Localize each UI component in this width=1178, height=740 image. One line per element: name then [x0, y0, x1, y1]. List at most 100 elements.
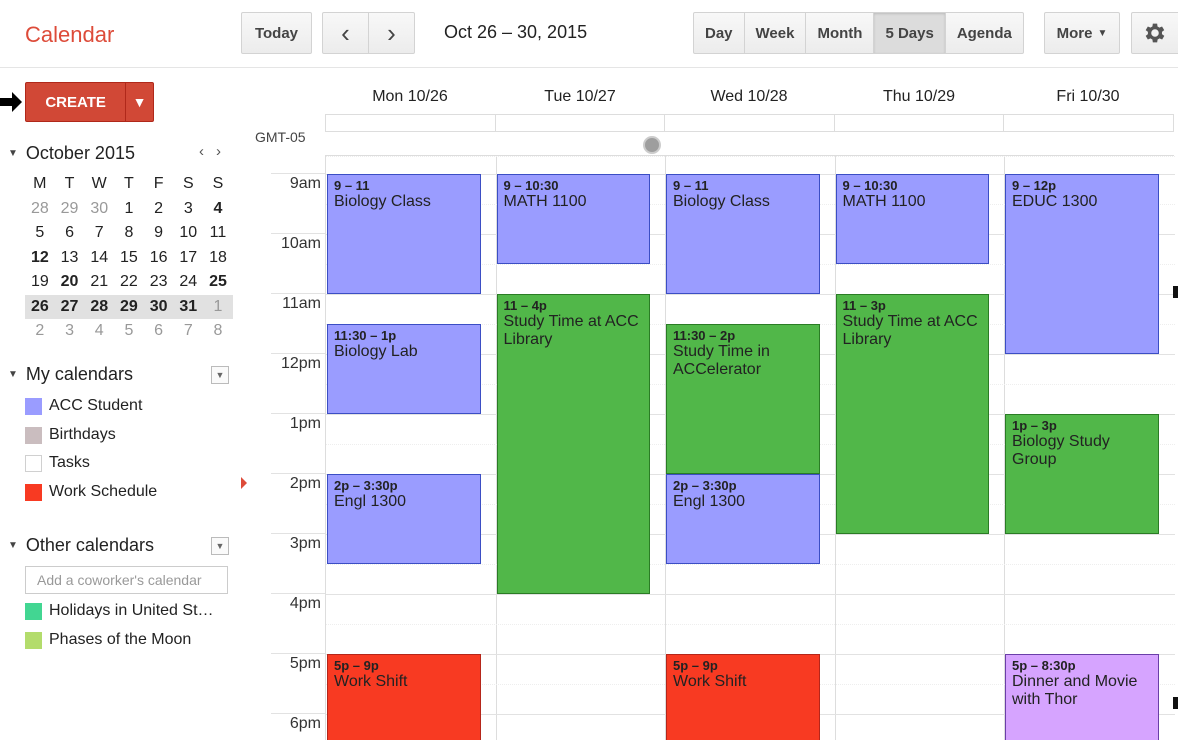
mini-day[interactable]: 30: [144, 295, 174, 320]
mini-day[interactable]: 6: [144, 319, 174, 344]
mini-day[interactable]: 27: [55, 295, 85, 320]
collapse-triangle-icon[interactable]: ▼: [8, 540, 18, 551]
view-month-button[interactable]: Month: [806, 13, 875, 53]
mini-day[interactable]: 22: [114, 270, 144, 295]
create-dropdown-icon[interactable]: ▼: [125, 83, 153, 121]
dropdown-menu-icon[interactable]: ▼: [211, 537, 229, 555]
mini-day[interactable]: 25: [203, 270, 233, 295]
calendar-event[interactable]: 5p – 8:30p Dinner and Movie with Thor: [1005, 654, 1159, 740]
day-header[interactable]: Fri 10/30: [1003, 88, 1173, 106]
day-header[interactable]: Mon 10/26: [325, 88, 495, 106]
mini-day[interactable]: 5: [114, 319, 144, 344]
mini-day[interactable]: 17: [173, 246, 203, 271]
calendar-event[interactable]: 2p – 3:30p Engl 1300: [327, 474, 481, 564]
mini-day[interactable]: 19: [25, 270, 55, 295]
mini-day[interactable]: 29: [114, 295, 144, 320]
calendar-event[interactable]: 9 – 12p EDUC 1300: [1005, 174, 1159, 354]
mini-day[interactable]: 29: [55, 197, 85, 222]
collapse-triangle-icon[interactable]: ▼: [8, 369, 18, 380]
mini-day[interactable]: 31: [173, 295, 203, 320]
calendar-event[interactable]: 9 – 10:30 MATH 1100: [835, 174, 989, 264]
mini-day[interactable]: 4: [203, 197, 233, 222]
view-day-button[interactable]: Day: [694, 13, 745, 53]
my-calendars-header[interactable]: ▼ My calendars ▼: [8, 364, 229, 385]
settings-button[interactable]: [1131, 12, 1178, 54]
calendar-color-swatch: [25, 454, 42, 472]
mini-day[interactable]: 1: [203, 295, 233, 320]
calendar-item-holidays[interactable]: Holidays in United St…: [25, 600, 214, 622]
day-header[interactable]: Wed 10/28: [664, 88, 834, 106]
mini-calendar: M T W T F S S 28 29 30 1 2 3 4 5 6 7 8 9…: [25, 172, 233, 344]
mini-day[interactable]: 24: [173, 270, 203, 295]
calendar-item-phases-moon[interactable]: Phases of the Moon: [25, 629, 191, 651]
previous-period-button[interactable]: ‹: [322, 12, 369, 54]
day-header[interactable]: Thu 10/29: [834, 88, 1004, 106]
calendar-event[interactable]: 2p – 3:30p Engl 1300: [666, 474, 820, 564]
mini-day[interactable]: 14: [84, 246, 114, 271]
add-coworker-calendar-input[interactable]: Add a coworker's calendar: [25, 566, 228, 594]
mini-day[interactable]: 8: [114, 221, 144, 246]
more-button[interactable]: More ▼: [1044, 12, 1120, 54]
mini-day[interactable]: 8: [203, 319, 233, 344]
mini-day[interactable]: 28: [84, 295, 114, 320]
calendar-item-work-schedule[interactable]: Work Schedule: [25, 481, 157, 503]
view-5days-button[interactable]: 5 Days: [874, 13, 946, 53]
mini-day[interactable]: 10: [173, 221, 203, 246]
calendar-event[interactable]: 1p – 3p Biology Study Group: [1005, 414, 1159, 534]
mini-day[interactable]: 28: [25, 197, 55, 222]
mini-day[interactable]: 26: [25, 295, 55, 320]
calendar-event[interactable]: 11 – 4p Study Time at ACC Library: [496, 294, 650, 594]
mini-day[interactable]: 16: [144, 246, 174, 271]
today-button[interactable]: Today: [241, 12, 312, 54]
calendar-event[interactable]: 11:30 – 2p Study Time in ACCelerator: [666, 324, 820, 474]
event-title: MATH 1100: [842, 193, 926, 210]
next-period-button[interactable]: ›: [368, 12, 415, 54]
mini-day[interactable]: 30: [84, 197, 114, 222]
calendar-item-acc-student[interactable]: ACC Student: [25, 395, 142, 417]
mini-day[interactable]: 7: [84, 221, 114, 246]
mini-day[interactable]: 11: [203, 221, 233, 246]
calendar-item-birthdays[interactable]: Birthdays: [25, 424, 116, 446]
calendar-event[interactable]: 9 – 10:30 MATH 1100: [496, 174, 650, 264]
mini-day[interactable]: 3: [173, 197, 203, 222]
calendar-event[interactable]: 11 – 3p Study Time at ACC Library: [835, 294, 989, 534]
mini-day[interactable]: 12: [25, 246, 55, 271]
mini-day[interactable]: 1: [114, 197, 144, 222]
calendar-event[interactable]: 5p – 9p Work Shift: [327, 654, 481, 740]
mini-day[interactable]: 21: [84, 270, 114, 295]
calendar-item-tasks[interactable]: Tasks: [25, 452, 90, 474]
calendar-event[interactable]: 9 – 11 Biology Class: [666, 174, 820, 294]
mini-day[interactable]: 15: [114, 246, 144, 271]
mini-calendar-nav[interactable]: ‹›: [199, 143, 233, 160]
event-time: 5p – 8:30p: [1012, 658, 1076, 673]
app-title[interactable]: Calendar: [25, 22, 114, 48]
dropdown-menu-icon[interactable]: ▼: [211, 366, 229, 384]
mini-day[interactable]: 5: [25, 221, 55, 246]
mini-day[interactable]: 2: [25, 319, 55, 344]
calendar-item-label: Phases of the Moon: [49, 631, 192, 648]
calendar-event[interactable]: 5p – 9p Work Shift: [666, 654, 820, 740]
collapse-triangle-icon[interactable]: ▼: [8, 148, 18, 159]
globe-icon[interactable]: [643, 136, 661, 154]
create-button[interactable]: CREATE ▼: [25, 82, 154, 122]
all-day-row[interactable]: [325, 114, 1174, 132]
day-header[interactable]: Tue 10/27: [495, 88, 665, 106]
calendar-event[interactable]: 9 – 11 Biology Class: [327, 174, 481, 294]
mini-day[interactable]: 20: [55, 270, 85, 295]
mini-day[interactable]: 18: [203, 246, 233, 271]
view-agenda-button[interactable]: Agenda: [946, 13, 1023, 53]
event-title: Study Time at ACC Library: [503, 313, 639, 348]
mini-day[interactable]: 23: [144, 270, 174, 295]
mini-day[interactable]: 13: [55, 246, 85, 271]
mini-day[interactable]: 4: [84, 319, 114, 344]
other-calendars-header[interactable]: ▼ Other calendars ▼: [8, 535, 229, 556]
view-week-button[interactable]: Week: [745, 13, 807, 53]
time-grid[interactable]: 9 – 11 Biology Class 11:30 – 1p Biology Lab…: [325, 155, 1175, 740]
mini-day[interactable]: 2: [144, 197, 174, 222]
mini-day[interactable]: 9: [144, 221, 174, 246]
mini-day[interactable]: 3: [55, 319, 85, 344]
event-time: 11 – 3p: [842, 298, 886, 313]
mini-day[interactable]: 6: [55, 221, 85, 246]
calendar-event[interactable]: 11:30 – 1p Biology Lab: [327, 324, 481, 414]
mini-day[interactable]: 7: [173, 319, 203, 344]
